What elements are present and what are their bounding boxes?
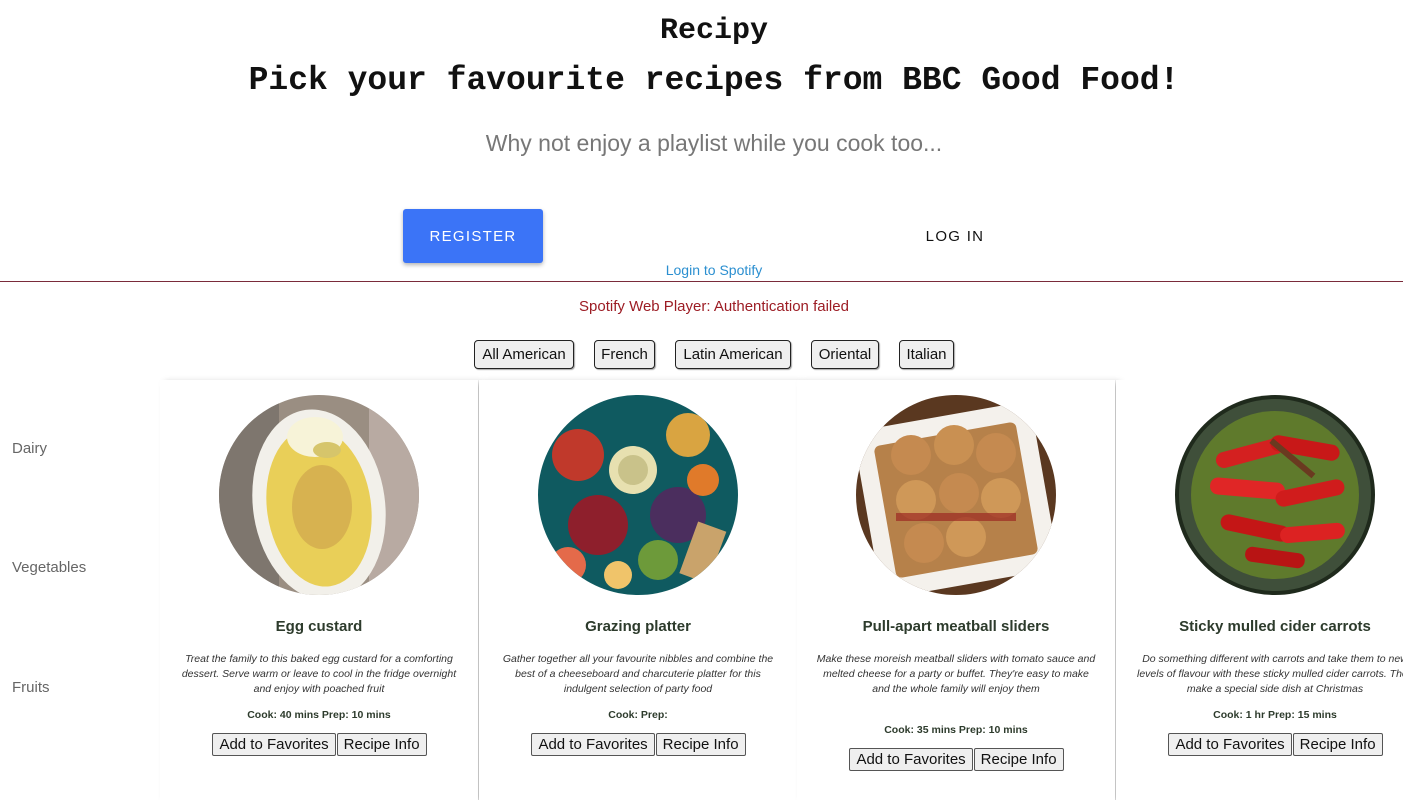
app-title: Recipy [659, 14, 769, 48]
recipe-description: Gather together all your favourite nibbl… [502, 653, 774, 695]
recipe-description: Do something different with carrots and … [1136, 653, 1403, 695]
recipe-info-button[interactable]: Recipe Info [336, 733, 427, 756]
recipe-card: Grazing platter Gather together all your… [479, 380, 797, 800]
recipe-card: Sticky mulled cider carrots Do something… [1116, 380, 1403, 800]
recipe-image [538, 395, 738, 595]
cuisine-oriental-button[interactable]: Oriental [811, 340, 879, 369]
recipe-name: Egg custard [275, 618, 363, 635]
recipe-actions: Add to Favorites Recipe Info [479, 733, 797, 756]
recipe-description: Treat the family to this baked egg custa… [181, 653, 457, 695]
spotify-login-link[interactable]: Login to Spotify [0, 262, 1403, 278]
recipe-description: Make these moreish meatball sliders with… [816, 653, 1096, 695]
recipe-actions: Add to Favorites Recipe Info [160, 733, 478, 756]
recipe-image [856, 395, 1056, 595]
recipe-times: Cook: Prep: [608, 709, 668, 721]
recipe-name: Pull-apart meatball sliders [862, 618, 1050, 635]
cuisine-italian-button[interactable]: Italian [899, 340, 954, 369]
playlist-tagline: Why not enjoy a playlist while you cook … [485, 130, 943, 156]
cuisine-latin-american-button[interactable]: Latin American [675, 340, 791, 369]
recipe-card: Pull-apart meatball sliders Make these m… [797, 380, 1115, 800]
header-divider [0, 281, 1403, 282]
add-to-favorites-button[interactable]: Add to Favorites [531, 733, 655, 756]
cuisine-french-button[interactable]: French [594, 340, 655, 369]
add-to-favorites-button[interactable]: Add to Favorites [849, 748, 973, 771]
recipe-image [219, 395, 419, 595]
category-fruits[interactable]: Fruits [12, 679, 50, 696]
recipe-info-button[interactable]: Recipe Info [655, 733, 746, 756]
recipe-actions: Add to Favorites Recipe Info [1116, 733, 1403, 756]
recipe-info-button[interactable]: Recipe Info [1292, 733, 1383, 756]
register-button[interactable]: REGISTER [403, 209, 543, 263]
recipe-image [1175, 395, 1375, 595]
recipe-times: Cook: 35 mins Prep: 10 mins [884, 724, 1028, 736]
recipe-times: Cook: 1 hr Prep: 15 mins [1213, 709, 1337, 721]
spotify-player-status: Spotify Web Player: Authentication faile… [579, 298, 849, 315]
recipe-times: Cook: 40 mins Prep: 10 mins [247, 709, 391, 721]
recipe-name: Sticky mulled cider carrots [1179, 618, 1371, 635]
recipe-actions: Add to Favorites Recipe Info [797, 748, 1115, 771]
page-subtitle: Pick your favourite recipes from BBC Goo… [248, 62, 1180, 99]
add-to-favorites-button[interactable]: Add to Favorites [212, 733, 336, 756]
category-vegetables[interactable]: Vegetables [12, 559, 86, 576]
add-to-favorites-button[interactable]: Add to Favorites [1168, 733, 1292, 756]
recipe-name: Grazing platter [585, 618, 691, 635]
cuisine-all-american-button[interactable]: All American [474, 340, 574, 369]
recipe-card: Egg custard Treat the family to this bak… [160, 380, 478, 800]
category-dairy[interactable]: Dairy [12, 440, 47, 457]
login-button[interactable]: LOG IN [885, 209, 1025, 263]
recipe-info-button[interactable]: Recipe Info [973, 748, 1064, 771]
